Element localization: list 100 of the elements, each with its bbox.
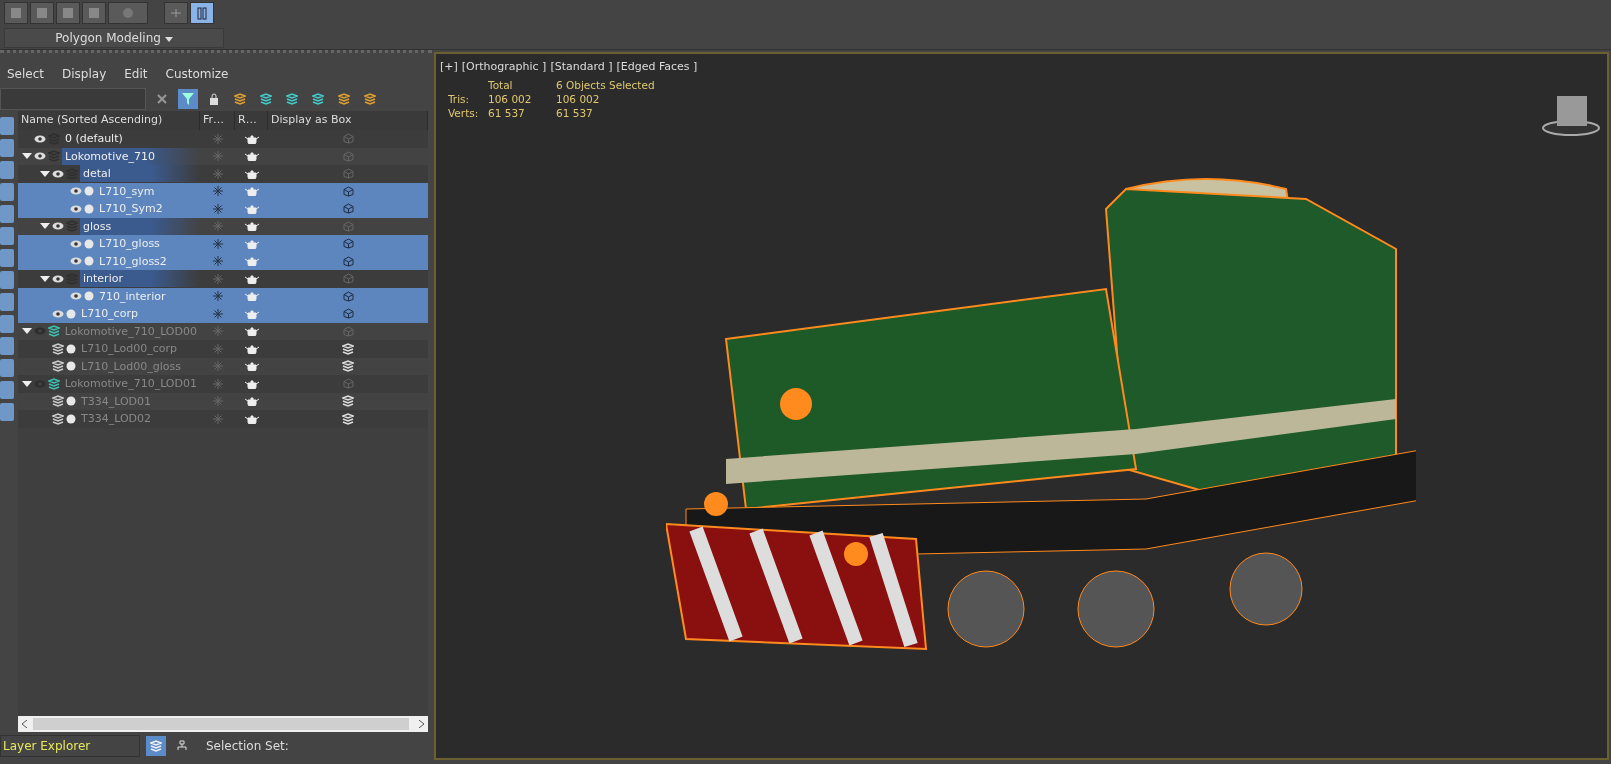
layer-stack-icon [286, 93, 298, 105]
teapot-icon[interactable] [244, 378, 259, 389]
cube-tool-button[interactable] [82, 2, 106, 24]
snowflake-icon[interactable] [212, 273, 223, 284]
eye-icon[interactable] [70, 292, 82, 301]
box-icon[interactable] [342, 273, 354, 285]
eye-icon[interactable] [70, 257, 82, 266]
expand-triangle-icon[interactable] [22, 152, 32, 161]
object-dot-icon[interactable] [84, 291, 94, 302]
eye-icon[interactable] [70, 204, 82, 213]
caret-icon [164, 37, 173, 42]
snowflake-icon[interactable] [212, 133, 223, 144]
scroll-right-icon[interactable] [419, 720, 424, 728]
tree-item-label: T334_LOD01 [80, 393, 153, 410]
teapot-icon[interactable] [244, 361, 259, 372]
scroll-left-icon[interactable] [22, 720, 27, 728]
viewport[interactable]: [+] [Orthographic ] [Standard ] [Edged Faces ] Total 6 Objects Selected Tris: 106 002 106 002 Verts: 61 537 61 537 [434, 52, 1609, 760]
teapot-icon[interactable] [244, 396, 259, 407]
stats-label: Tris: [448, 93, 471, 105]
eye-icon[interactable] [52, 274, 64, 283]
teapot-icon[interactable] [244, 221, 259, 232]
snowflake-icon[interactable] [212, 291, 223, 302]
layers-icon[interactable] [146, 736, 166, 756]
snowflake-icon[interactable] [212, 308, 223, 319]
menu-item[interactable]: Customize [165, 67, 229, 81]
tree-item-label: T334_LOD02 [80, 411, 153, 428]
box-icon[interactable] [342, 255, 354, 267]
object-dot-icon[interactable] [84, 256, 94, 267]
box-icon[interactable] [342, 308, 354, 320]
box-icon[interactable] [342, 290, 354, 302]
eye-icon[interactable] [52, 309, 64, 318]
tool-button[interactable] [164, 2, 188, 24]
box-icon[interactable] [342, 203, 354, 215]
tree-item-label: L710_corp [80, 306, 139, 323]
box-icon[interactable] [342, 133, 354, 145]
search-field[interactable] [0, 88, 146, 110]
tree-item-label: Lokomotive_710_LOD00 [63, 323, 198, 340]
cube-tool-button[interactable] [4, 2, 28, 24]
snowflake-icon[interactable] [212, 378, 223, 389]
teapot-icon[interactable] [244, 133, 259, 144]
snowflake-icon[interactable] [212, 203, 223, 214]
object-dot-icon[interactable] [84, 203, 94, 214]
snowflake-icon[interactable] [212, 343, 223, 354]
expand-triangle-icon[interactable] [40, 169, 50, 178]
menu-item[interactable]: Edit [124, 67, 148, 81]
eye-icon[interactable] [34, 134, 46, 143]
expand-triangle-icon[interactable] [22, 379, 32, 388]
polygon-modeling-dropdown[interactable]: Polygon Modeling [4, 28, 224, 48]
snowflake-icon[interactable] [212, 413, 223, 424]
teapot-icon[interactable] [244, 273, 259, 284]
eye-icon[interactable] [70, 187, 82, 196]
object-dot-icon[interactable] [66, 308, 76, 319]
filter-icon[interactable] [178, 89, 198, 109]
viewport-menu-label[interactable]: [Orthographic ] [461, 60, 547, 73]
object-dot-icon[interactable] [66, 413, 76, 424]
layer-stack-icon [52, 395, 64, 408]
teapot-icon[interactable] [244, 168, 259, 179]
object-dot-icon[interactable] [84, 238, 94, 249]
box-icon[interactable] [342, 185, 354, 197]
object-dot-icon[interactable] [66, 361, 76, 372]
teapot-icon[interactable] [244, 413, 259, 424]
eye-icon[interactable] [34, 152, 46, 161]
stats-value: 61 537 [488, 107, 526, 119]
layer-stack-icon [52, 360, 64, 373]
layer-stack-icon [234, 93, 246, 105]
horizontal-scrollbar[interactable] [18, 716, 428, 732]
object-dot-icon[interactable] [84, 186, 94, 197]
layer-stack-icon [47, 377, 60, 390]
menu-item[interactable]: Display [62, 67, 107, 81]
snowflake-icon[interactable] [212, 186, 223, 197]
viewport-menu-label[interactable]: [Edged Faces ] [616, 60, 698, 73]
eye-icon[interactable] [52, 169, 64, 178]
snowflake-icon[interactable] [212, 168, 223, 179]
modeling-toggle-button[interactable] [190, 2, 214, 24]
cube-tool-button[interactable] [56, 2, 80, 24]
object-dot-icon[interactable] [66, 396, 76, 407]
box-icon[interactable] [342, 238, 354, 250]
layer-stack-icon [342, 342, 354, 355]
teapot-icon[interactable] [244, 343, 259, 354]
object-dot-icon[interactable] [66, 343, 76, 354]
sphere-tool-button[interactable] [108, 2, 148, 24]
viewport-menu-label[interactable]: [+] [440, 60, 458, 73]
viewport-menu-label[interactable]: [Standard ] [550, 60, 613, 73]
explorer-dropdown[interactable]: Layer Explorer [0, 735, 140, 757]
expand-triangle-icon[interactable] [40, 222, 50, 231]
menu-item[interactable]: Select [7, 67, 45, 81]
expand-triangle-icon[interactable] [40, 274, 50, 283]
layer-stack-icon [338, 93, 350, 105]
snowflake-icon[interactable] [212, 256, 223, 267]
expand-triangle-icon[interactable] [22, 327, 32, 336]
teapot-icon[interactable] [244, 151, 259, 162]
eye-icon[interactable] [52, 222, 64, 231]
teapot-icon[interactable] [244, 326, 259, 337]
box-icon[interactable] [342, 378, 354, 390]
tree-item-label: Lokomotive_710_LOD01 [63, 376, 198, 393]
tree-item-label: detal [80, 165, 200, 183]
box-icon[interactable] [342, 168, 354, 180]
eye-icon[interactable] [70, 239, 82, 248]
snowflake-icon[interactable] [212, 238, 223, 249]
cube-tool-button[interactable] [30, 2, 54, 24]
